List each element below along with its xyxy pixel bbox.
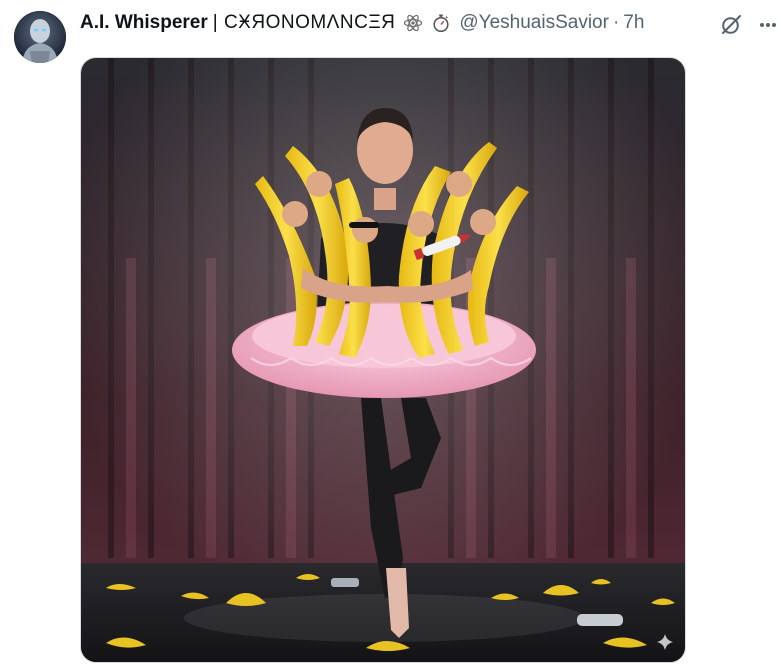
atom-symbol-icon <box>403 13 423 33</box>
avatar[interactable] <box>14 11 66 63</box>
display-name[interactable]: A.I. Whisperer <box>80 12 208 34</box>
name-decoration: | CӾЯONOMΛNCΞЯ <box>212 12 396 33</box>
tweet-media-image[interactable] <box>80 57 686 663</box>
separator-dot: · <box>612 12 620 33</box>
more-icon[interactable] <box>755 12 781 38</box>
timestamp[interactable]: 7h <box>623 12 644 34</box>
grok-icon[interactable] <box>718 12 744 38</box>
stopwatch-icon <box>431 13 451 33</box>
user-handle[interactable]: @YeshuaisSavior <box>459 12 609 34</box>
tweet-header: A.I. Whisperer | CӾЯONOMΛNCΞЯ @YeshuaisS… <box>80 10 671 36</box>
